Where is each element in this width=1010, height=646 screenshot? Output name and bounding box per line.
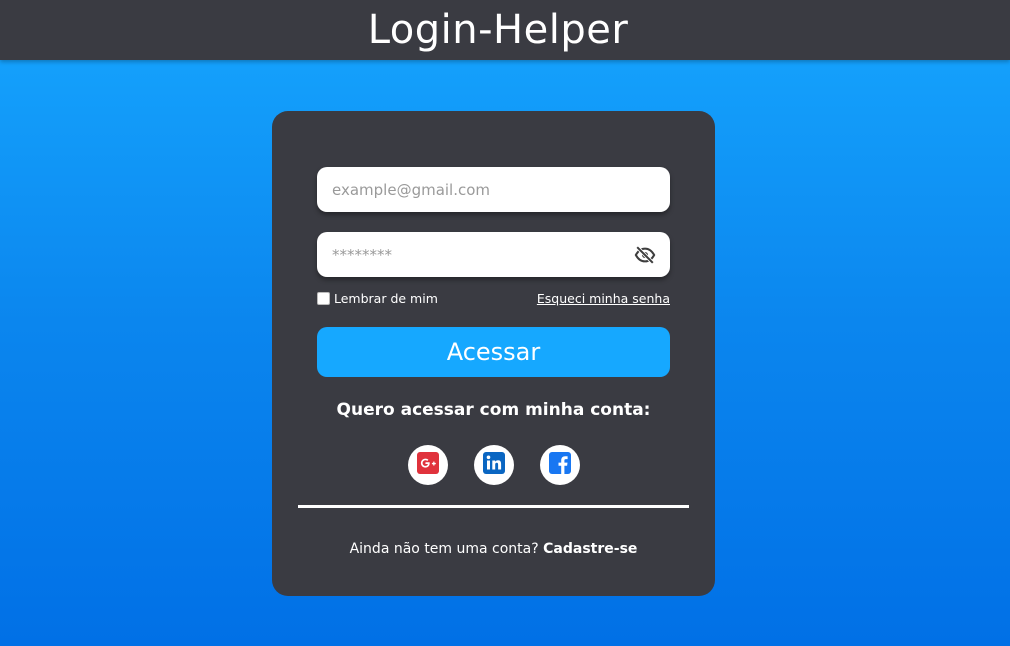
login-button[interactable]: Acessar [317, 327, 670, 377]
facebook-button[interactable] [540, 445, 580, 485]
app-title: Login-Helper [367, 7, 629, 53]
password-field-wrapper [317, 232, 670, 277]
social-login-title: Quero acessar com minha conta: [336, 400, 651, 420]
password-field[interactable] [332, 245, 655, 264]
remember-checkbox[interactable] [317, 291, 330, 305]
email-field-wrapper [317, 167, 670, 212]
top-bar: Login-Helper [0, 0, 1010, 60]
login-card: Lembrar de mim Esqueci minha senha Acess… [272, 111, 715, 596]
signup-prompt-text: Ainda não tem uma conta? [349, 541, 539, 557]
forgot-password-link[interactable]: Esqueci minha senha [537, 291, 670, 306]
linkedin-icon [482, 451, 506, 479]
remember-label: Lembrar de mim [334, 290, 438, 306]
options-row: Lembrar de mim Esqueci minha senha [317, 289, 670, 307]
divider [298, 505, 689, 508]
eye-slash-icon[interactable] [634, 244, 656, 266]
email-field[interactable] [332, 180, 655, 199]
google-plus-button[interactable] [408, 445, 448, 485]
social-buttons [272, 445, 715, 485]
remember-me[interactable]: Lembrar de mim [317, 291, 438, 306]
signup-prompt: Ainda não tem uma conta? Cadastre-se [272, 541, 715, 557]
google-plus-icon [416, 451, 440, 479]
facebook-icon [548, 451, 572, 479]
linkedin-button[interactable] [474, 445, 514, 485]
signup-link[interactable]: Cadastre-se [543, 541, 637, 557]
